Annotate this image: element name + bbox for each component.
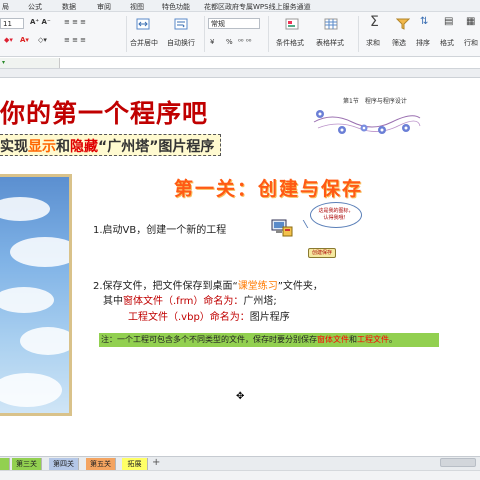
- conditional-format-icon[interactable]: [285, 18, 299, 30]
- ribbon-separator: [268, 16, 269, 52]
- subtitle-text: 和: [56, 139, 70, 155]
- format-icon[interactable]: ▤: [444, 16, 453, 27]
- format-button[interactable]: 格式: [440, 38, 454, 48]
- subtitle-text: 实现: [0, 139, 28, 155]
- merge-center-icon[interactable]: [136, 18, 150, 30]
- sheet-tab-level-5[interactable]: 第五关: [86, 458, 116, 470]
- formula-bar: ▾: [0, 57, 480, 69]
- sheet-tab-partial[interactable]: [0, 458, 10, 470]
- menu-tab-layout[interactable]: 局: [2, 2, 9, 12]
- decimal-icon[interactable]: ⁰⁰ ⁰⁰: [238, 38, 251, 46]
- sum-icon[interactable]: Σ: [370, 14, 379, 30]
- row-col-icon[interactable]: ▦: [466, 16, 475, 27]
- step-3-text: 其中窗体文件（.frm）命名为：广州塔;: [103, 292, 277, 307]
- menu-tab-special[interactable]: 特色功能: [162, 2, 190, 12]
- conditional-format-button[interactable]: 条件格式: [276, 38, 304, 48]
- sheet-tab-level-4[interactable]: 第四关: [49, 458, 79, 470]
- step-3-pre: 其中: [103, 296, 123, 307]
- step-2-post: ”文件夹，: [277, 281, 323, 292]
- note-banner: 注：一个工程可包含多个不同类型的文件，保存时要分别保存窗体文件和工程文件。: [99, 333, 439, 347]
- sum-button[interactable]: 求和: [366, 38, 380, 48]
- subtitle-text: “广州塔”图片程序: [98, 139, 215, 155]
- ribbon-separator: [358, 16, 359, 52]
- vb-program-icon: [271, 219, 293, 237]
- spreadsheet-window: 局 公式 数据 审阅 视图 特色功能 花都区政府专属WPS线上服务通道 11 A…: [0, 0, 480, 480]
- currency-button[interactable]: ¥: [210, 38, 214, 46]
- icon-speech-bubble: 这是我的图标， 认得我哦！: [310, 202, 362, 228]
- font-size-select[interactable]: 11: [0, 18, 24, 29]
- ribbon-separator: [126, 16, 127, 52]
- ribbon-toolbar: 11 A⁺ A⁻ ◆▾ A▾ ◇▾ ≡ ≡ ≡ ≡ ≡ ≡ 合并居中 自动换行 …: [0, 12, 480, 57]
- note-text: 和: [349, 335, 357, 344]
- wrap-text-icon[interactable]: [174, 18, 188, 30]
- step-3-form-name: 广州塔;: [243, 296, 277, 307]
- menu-tab-review[interactable]: 审阅: [97, 2, 111, 12]
- font-color-icon[interactable]: A▾: [20, 36, 29, 44]
- subtitle-highlight-hide: 隐藏: [70, 139, 98, 155]
- align-left-icon[interactable]: ≡ ≡ ≡: [64, 36, 86, 44]
- step-3-form-file: 窗体文件（.frm）命名为：: [123, 296, 244, 307]
- table-style-icon[interactable]: [324, 18, 338, 30]
- font-grow-icon[interactable]: A⁺ A⁻: [30, 18, 51, 26]
- step-2-text: 2.保存文件，把文件保存到桌面“课堂练习”文件夹，: [93, 277, 323, 292]
- name-box[interactable]: ▾: [0, 58, 60, 68]
- sheet-tab-level-3[interactable]: 第三关: [12, 458, 42, 470]
- fill-color-icon[interactable]: ◆▾: [4, 36, 13, 44]
- step-4-project-file: 工程文件（.vbp）命名为：: [128, 312, 250, 323]
- table-style-button[interactable]: 表格样式: [316, 38, 344, 48]
- filter-button[interactable]: 筛选: [392, 38, 406, 48]
- row-col-button[interactable]: 行和: [464, 38, 478, 48]
- status-bar: [0, 470, 480, 480]
- wrap-text-button[interactable]: 自动换行: [167, 38, 195, 48]
- page-title: 你的第一个程序吧: [0, 99, 209, 128]
- number-format-select[interactable]: 常规: [208, 18, 260, 29]
- canton-tower-photo: [0, 174, 72, 416]
- column-header: [0, 69, 480, 78]
- step-2-pre: 2.保存文件，把文件保存到桌面“: [93, 281, 238, 292]
- subtitle-banner: 实现显示和隐藏“广州塔”图片程序: [0, 134, 222, 156]
- menu-tab-data[interactable]: 数据: [62, 2, 76, 12]
- step-1-text: 1.启动VB，创建一个新的工程: [93, 225, 227, 236]
- sort-button[interactable]: 排序: [416, 38, 430, 48]
- merge-center-button[interactable]: 合并居中: [130, 38, 158, 48]
- move-cursor-icon: ✥: [236, 391, 245, 402]
- clear-format-icon[interactable]: ◇▾: [38, 36, 47, 44]
- percent-button[interactable]: %: [226, 38, 233, 46]
- create-save-button-icon: 创建保存: [308, 248, 336, 258]
- step-2-folder: 课堂练习: [237, 281, 278, 292]
- note-text: 注：一个工程可包含多个不同类型的文件，保存时要分别保存: [101, 335, 317, 344]
- chapter-label: 第1节 程序与程序设计: [343, 98, 407, 105]
- menu-bar: 局 公式 数据 审阅 视图 特色功能 花都区政府专属WPS线上服务通道: [0, 0, 480, 12]
- menu-tab-formula[interactable]: 公式: [28, 2, 42, 12]
- add-sheet-icon[interactable]: +: [152, 457, 160, 468]
- level-title: 第一关：创建与保存: [174, 178, 364, 200]
- sheet-tab-extension[interactable]: 拓展: [122, 458, 148, 470]
- menu-tab-wps-service[interactable]: 花都区政府专属WPS线上服务通道: [204, 2, 311, 12]
- step-4-project-name: 图片程序: [249, 312, 290, 323]
- menu-tab-view[interactable]: 视图: [130, 2, 144, 12]
- sheet-tabs-bar: 第三关 第四关 第五关 拓展 +: [0, 456, 480, 470]
- subtitle-highlight-show: 显示: [28, 139, 56, 155]
- note-project-file: 工程文件: [357, 335, 389, 344]
- horizontal-scrollbar[interactable]: [440, 458, 476, 467]
- note-form-file: 窗体文件: [317, 335, 349, 344]
- slide-content: 你的第一个程序吧 实现显示和隐藏“广州塔”图片程序 第1节 程序与程序设计 第一…: [0, 78, 480, 448]
- filter-icon[interactable]: [396, 18, 410, 30]
- align-top-icon[interactable]: ≡ ≡ ≡: [64, 18, 86, 26]
- step-4-text: 工程文件（.vbp）命名为：图片程序: [128, 308, 290, 323]
- ribbon-separator: [204, 16, 205, 52]
- sort-icon[interactable]: ⇅: [420, 16, 428, 27]
- note-text: 。: [389, 335, 397, 344]
